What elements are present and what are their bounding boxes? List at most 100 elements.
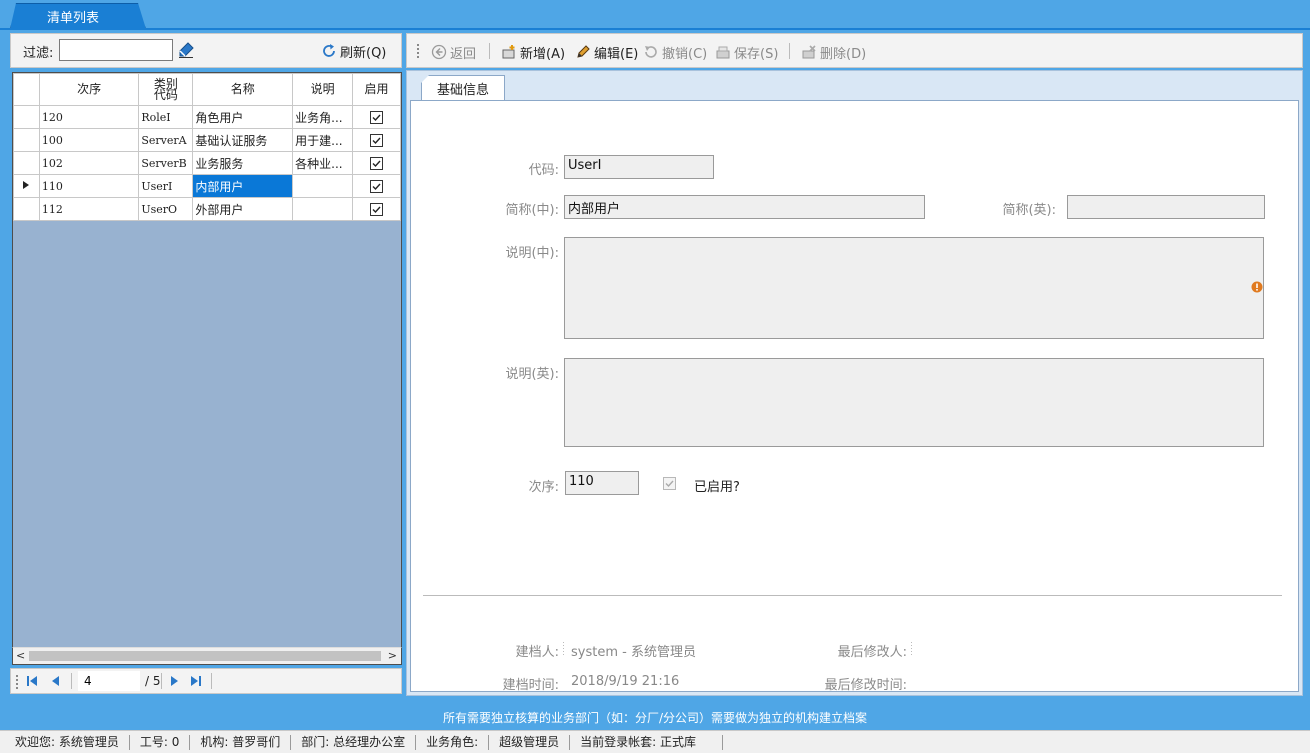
status-role-label: 业务角色: [416, 734, 490, 750]
page-total: / 5 [145, 674, 161, 688]
modified-time-label: 最后修改时间: [824, 678, 907, 693]
enabled-checkbox[interactable] [370, 110, 384, 124]
last-page-icon[interactable] [189, 674, 203, 688]
delete-icon [802, 45, 816, 59]
first-page-icon[interactable] [25, 674, 39, 688]
desc-en-field[interactable] [564, 358, 1264, 447]
scroll-thumb[interactable] [29, 651, 381, 661]
edit-label: 编辑(E) [594, 46, 639, 62]
desc-cn-label: 说明(中): [505, 246, 559, 261]
status-welcome: 欢迎您: 系统管理员 [0, 734, 130, 750]
cell-code[interactable]: RoleI [138, 105, 194, 129]
delete-button[interactable]: 删除(D) [801, 42, 866, 62]
table-row[interactable]: 120 RoleI 角色用户 业务角... [13, 105, 401, 129]
cell-desc[interactable]: 业务角... [292, 105, 354, 129]
enabled-checkbox[interactable] [663, 477, 676, 490]
row-indicator[interactable] [13, 151, 40, 175]
cell-order[interactable]: 110 [38, 174, 140, 198]
grip-icon [16, 675, 18, 689]
cell-enabled[interactable] [352, 174, 401, 198]
cell-name[interactable]: 内部用户 [192, 174, 294, 198]
column-header-desc[interactable]: 说明 [292, 73, 354, 106]
cell-enabled[interactable] [352, 128, 401, 152]
cell-desc[interactable]: 各种业... [292, 151, 354, 175]
page-number-input[interactable] [78, 671, 140, 691]
cell-enabled[interactable] [352, 197, 401, 221]
list-grid[interactable]: 次序 类别 代码 名称 说明 启用 120 RoleI 角色用户 业务角... 100 S… [12, 72, 402, 665]
table-row[interactable]: 102 ServerB 业务服务 各种业... [13, 151, 401, 175]
name-en-field[interactable] [1067, 195, 1265, 219]
tab-list[interactable]: 清单列表 [10, 3, 146, 29]
cell-desc[interactable] [292, 174, 354, 198]
table-row[interactable]: 110 UserI 内部用户 [13, 174, 401, 198]
table-row[interactable]: 100 ServerA 基础认证服务 用于建... [13, 128, 401, 152]
name-cn-field[interactable]: 内部用户 [564, 195, 925, 219]
cell-name[interactable]: 业务服务 [192, 151, 294, 175]
enabled-checkbox[interactable] [370, 202, 384, 216]
cell-order[interactable]: 100 [38, 128, 140, 152]
cell-code[interactable]: UserI [138, 174, 194, 198]
back-button[interactable]: 返回 [431, 42, 476, 62]
tab-underline [0, 28, 1310, 30]
pager-separator [211, 673, 212, 689]
cell-code[interactable]: ServerA [138, 128, 194, 152]
cell-desc[interactable] [292, 197, 354, 221]
filter-input[interactable] [59, 39, 173, 61]
scroll-right-icon[interactable]: > [388, 649, 397, 662]
column-header-name[interactable]: 名称 [192, 73, 294, 106]
delete-label: 删除(D) [820, 46, 867, 62]
cell-name[interactable]: 外部用户 [192, 197, 294, 221]
horizontal-scrollbar[interactable]: < > [12, 647, 402, 665]
cell-order[interactable]: 112 [38, 197, 140, 221]
undo-button[interactable]: 撤销(C) [643, 42, 707, 62]
check-icon [372, 160, 381, 167]
enabled-checkbox[interactable] [370, 156, 384, 170]
cell-code[interactable]: UserO [138, 197, 194, 221]
enabled-checkbox[interactable] [370, 179, 384, 193]
cell-enabled[interactable] [352, 105, 401, 129]
column-header-enabled[interactable]: 启用 [352, 73, 401, 106]
modifier-label: 最后修改人: [837, 645, 907, 660]
desc-cn-field[interactable] [564, 237, 1264, 339]
undo-label: 撤销(C) [662, 46, 708, 62]
row-indicator[interactable] [13, 174, 40, 198]
cell-code[interactable]: ServerB [138, 151, 194, 175]
save-button[interactable]: 保存(S) [715, 42, 778, 62]
enabled-checkbox[interactable] [370, 133, 384, 147]
name-cn-label: 简称(中): [505, 203, 559, 218]
toolbar-separator [789, 43, 790, 59]
status-job-no: 工号: 0 [130, 734, 191, 750]
cell-order[interactable]: 120 [38, 105, 140, 129]
row-indicator[interactable] [13, 105, 40, 129]
cell-desc[interactable]: 用于建... [292, 128, 354, 152]
row-indicator[interactable] [13, 197, 40, 221]
order-field[interactable]: 110 [565, 471, 639, 495]
code-field[interactable]: UserI [564, 155, 714, 179]
status-dept: 部门: 总经理办公室 [291, 734, 417, 750]
enabled-label: 已启用? [694, 480, 740, 495]
status-role: 超级管理员 [489, 734, 571, 750]
table-row[interactable]: 112 UserO 外部用户 [13, 197, 401, 221]
next-page-icon[interactable] [167, 674, 181, 688]
eraser-icon[interactable] [177, 41, 195, 59]
undo-icon [645, 46, 657, 58]
column-header-order[interactable]: 次序 [38, 73, 140, 106]
cell-order[interactable]: 102 [38, 151, 140, 175]
edit-button[interactable]: 编辑(E) [575, 42, 638, 62]
order-label: 次序: [528, 480, 559, 495]
refresh-button[interactable]: 刷新(Q) [321, 40, 386, 62]
scroll-left-icon[interactable]: < [16, 649, 25, 662]
tab-basic-info[interactable]: 基础信息 [421, 75, 505, 101]
row-indicator[interactable] [13, 128, 40, 152]
pager-separator [161, 673, 162, 689]
cell-enabled[interactable] [352, 151, 401, 175]
prev-page-icon[interactable] [49, 674, 63, 688]
cell-name[interactable]: 基础认证服务 [192, 128, 294, 152]
created-time-label: 建档时间: [502, 678, 559, 693]
column-header-code[interactable]: 类别 代码 [138, 73, 194, 106]
check-icon [372, 137, 381, 144]
add-button[interactable]: 新增(A) [501, 42, 565, 62]
action-toolbar: 返回 新增(A) 编辑(E) 撤销(C) 保存(S) 删除(D) [406, 33, 1303, 68]
cell-name[interactable]: 角色用户 [192, 105, 294, 129]
refresh-label: 刷新(Q) [340, 45, 387, 61]
